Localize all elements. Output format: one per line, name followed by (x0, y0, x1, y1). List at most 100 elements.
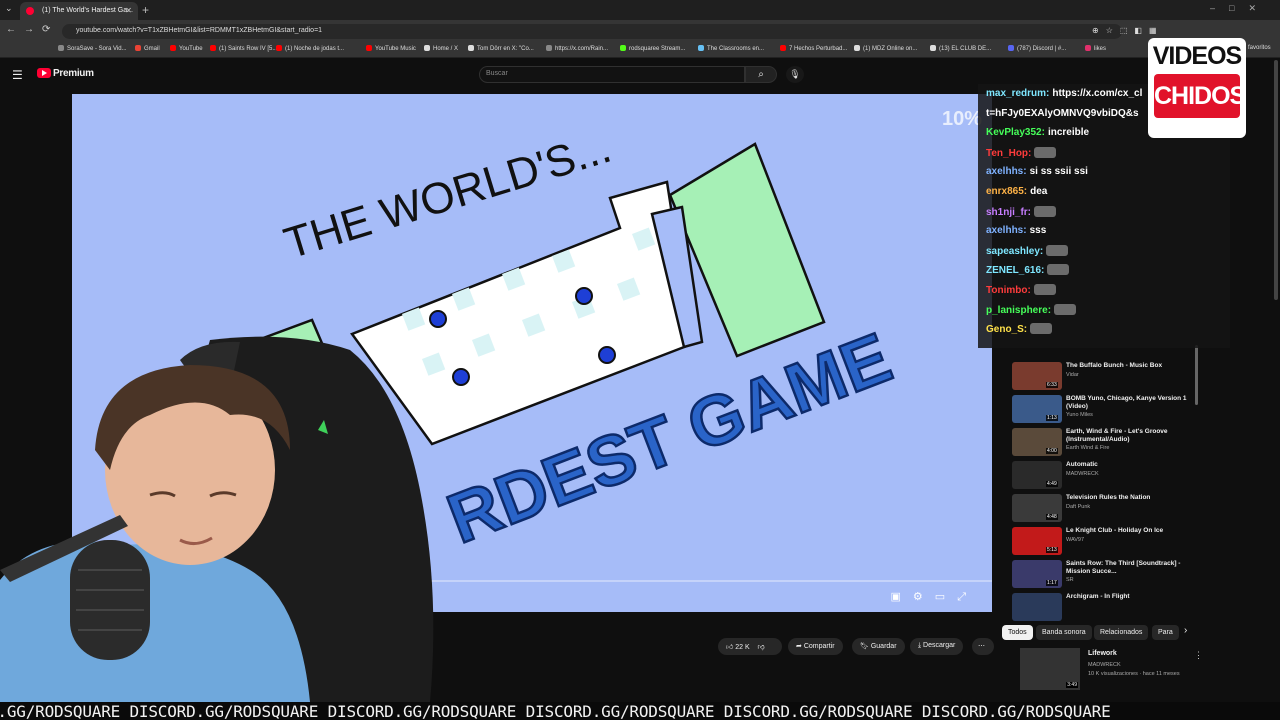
video-thumbnail[interactable]: 6:33 (1012, 362, 1062, 390)
extension-icons[interactable]: ⊕☆⬚◧▦ (1092, 26, 1164, 35)
bookmark-item[interactable]: Tom Dörr en X: "Co... (468, 45, 534, 52)
video-channel[interactable]: Earth Wind & Fire (1066, 445, 1109, 451)
bookmark-item[interactable]: (787) Discord | #... (1008, 45, 1066, 52)
chat-username[interactable]: enrx865: (986, 186, 1027, 197)
chat-username[interactable]: axelhhs: (986, 166, 1027, 177)
filter-chip[interactable]: Para (1152, 625, 1179, 640)
search-button[interactable]: ⌕ (745, 66, 777, 83)
playlist-item[interactable]: 4:49 Automatic MADWRECK (1012, 461, 1192, 489)
nav-buttons[interactable]: ←→⟳ (6, 24, 58, 35)
chat-text: https://x.com/cx_cl (1052, 88, 1143, 99)
chat-username[interactable]: p_lanisphere: (986, 305, 1051, 316)
video-title[interactable]: Saints Row: The Third [Soundtrack] - Mis… (1066, 560, 1190, 576)
bookmark-item[interactable]: Gmail (135, 45, 160, 52)
all-bookmarks[interactable]: favoritos (1248, 45, 1271, 51)
more-options-icon[interactable]: ⋮ (1194, 650, 1203, 661)
hamburger-menu-icon[interactable]: ☰ (12, 68, 23, 82)
bookmark-item[interactable]: (13) EL CLUB DE... (930, 45, 991, 52)
more-actions-button[interactable]: ⋯ (972, 638, 994, 655)
save-button[interactable]: 🔖︎ Guardar (852, 638, 905, 655)
bookmark-item[interactable]: rodsquaree Stream... (620, 45, 685, 52)
playlist-item[interactable]: 1:17 Saints Row: The Third [Soundtrack] -… (1012, 560, 1192, 588)
playlist-scrollbar[interactable] (1195, 345, 1198, 405)
chat-username[interactable]: ZENEL_616: (986, 265, 1044, 276)
video-thumbnail[interactable]: 4:49 (1012, 461, 1062, 489)
filter-chip[interactable]: Todos (1002, 625, 1033, 640)
settings-icon[interactable]: ⚙ (913, 591, 935, 603)
video-title[interactable]: Le Knight Club - Holiday On Ice (1066, 527, 1190, 535)
bookmark-item[interactable]: (1) Noche de jodas t... (276, 45, 344, 52)
video-channel[interactable]: Vidar (1066, 372, 1079, 378)
theater-icon[interactable]: ▭ (935, 591, 957, 603)
chevron-right-icon[interactable]: › (1184, 625, 1187, 636)
miniplayer-icon[interactable]: ▣ (891, 591, 913, 603)
video-title[interactable]: Television Rules the Nation (1066, 494, 1190, 502)
like-button[interactable]: 👍︎ 22 K 👎︎ (718, 638, 782, 655)
chat-username[interactable]: Ten_Hop: (986, 148, 1031, 159)
close-tab-icon[interactable]: ✕ (125, 6, 132, 15)
bookmark-label: (13) EL CLUB DE... (939, 46, 992, 52)
search-input[interactable]: Buscar (479, 66, 745, 83)
filter-chip[interactable]: Banda sonora (1036, 625, 1092, 640)
bookmark-item[interactable]: YouTube Music (366, 45, 416, 52)
chat-username[interactable]: Geno_S: (986, 324, 1027, 335)
playlist-item[interactable]: 1:13 BOMB Yuno, Chicago, Kanye Version 1 … (1012, 395, 1192, 423)
video-thumbnail[interactable]: 1:13 (1012, 395, 1062, 423)
browser-tab[interactable]: (1) The World's Hardest Ga... ✕ (20, 2, 138, 20)
bookmark-item[interactable]: SoraSave - Sora Vid... (58, 45, 127, 52)
video-title[interactable]: Automatic (1066, 461, 1190, 469)
video-thumbnail[interactable]: 4:48 (1012, 494, 1062, 522)
video-title[interactable]: Archigram - In Flight (1066, 593, 1190, 601)
video-title[interactable]: The Buffalo Bunch - Music Box (1066, 362, 1190, 370)
playlist-item[interactable]: 6:33 The Buffalo Bunch - Music Box Vidar (1012, 362, 1192, 390)
video-thumbnail[interactable]: 4:00 (1012, 428, 1062, 456)
bookmark-item[interactable]: Home / X (424, 45, 458, 52)
bookmark-favicon-icon (1008, 45, 1014, 51)
video-thumbnail[interactable]: 5:13 (1012, 527, 1062, 555)
chat-username[interactable]: max_redrum: (986, 88, 1049, 99)
chat-username[interactable]: Tonimbo: (986, 285, 1031, 296)
download-button[interactable]: ⤓ Descargar (910, 638, 964, 655)
address-bar[interactable]: youtube.com/watch?v=T1xZBHetmGI&list=RDM… (62, 24, 1122, 39)
youtube-logo-icon[interactable] (37, 68, 51, 78)
filter-chip[interactable]: Relacionados (1094, 625, 1149, 640)
bookmark-item[interactable]: likes (1085, 45, 1106, 52)
voice-search-button[interactable]: 🎙 (786, 66, 804, 83)
bookmark-item[interactable]: (1) Saints Row IV [5... (210, 45, 277, 52)
chat-username[interactable]: axelhhs: (986, 225, 1027, 236)
bookmark-favicon-icon (930, 45, 936, 51)
share-button[interactable]: ➦ Compartir (788, 638, 843, 655)
youtube-premium-logo[interactable]: Premium (53, 68, 94, 79)
chat-username[interactable]: KevPlay352: (986, 127, 1045, 138)
tab-list-icon[interactable]: ⌄ (5, 3, 13, 14)
video-thumbnail[interactable] (1012, 593, 1062, 621)
next-video-thumbnail[interactable]: 3:49 (1020, 648, 1080, 690)
chat-username[interactable]: sh1nji_fr: (986, 207, 1031, 218)
thumbs-down-icon[interactable]: 👎︎ (752, 644, 764, 651)
video-channel[interactable]: MADWRECK (1066, 471, 1099, 477)
video-channel[interactable]: WAV97 (1066, 537, 1084, 543)
next-video-channel[interactable]: MADWRECK (1088, 662, 1121, 668)
page-scrollbar[interactable] (1274, 60, 1278, 300)
bookmark-item[interactable]: (1) MDZ Online on... (854, 45, 917, 52)
video-channel[interactable]: Daft Punk (1066, 504, 1090, 510)
bookmark-item[interactable]: 7 Hechos Perturbad... (780, 45, 847, 52)
window-controls[interactable]: –□✕ (1210, 3, 1270, 14)
video-title[interactable]: Earth, Wind & Fire - Let's Groove (Instr… (1066, 428, 1190, 444)
bookmark-item[interactable]: https://x.com/Rain... (546, 45, 608, 52)
chat-username[interactable]: sapeashley: (986, 246, 1043, 257)
next-video-title[interactable]: Lifework (1088, 650, 1117, 657)
video-title[interactable]: BOMB Yuno, Chicago, Kanye Version 1 (Vid… (1066, 395, 1190, 411)
fullscreen-icon[interactable]: ⤢ (957, 591, 978, 603)
bookmark-item[interactable]: The Classrooms en... (698, 45, 764, 52)
playlist-item[interactable]: Archigram - In Flight (1012, 593, 1192, 621)
bookmark-item[interactable]: YouTube (170, 45, 203, 52)
new-tab-button[interactable]: + (142, 3, 149, 17)
player-controls[interactable]: ▣⚙▭⤢ (891, 590, 979, 604)
video-channel[interactable]: SR (1066, 577, 1074, 583)
video-channel[interactable]: Yuno Miles (1066, 412, 1093, 418)
playlist-item[interactable]: 4:00 Earth, Wind & Fire - Let's Groove (I… (1012, 428, 1192, 456)
playlist-item[interactable]: 4:48 Television Rules the Nation Daft Punk (1012, 494, 1192, 522)
playlist-item[interactable]: 5:13 Le Knight Club - Holiday On Ice WAV97 (1012, 527, 1192, 555)
video-thumbnail[interactable]: 1:17 (1012, 560, 1062, 588)
